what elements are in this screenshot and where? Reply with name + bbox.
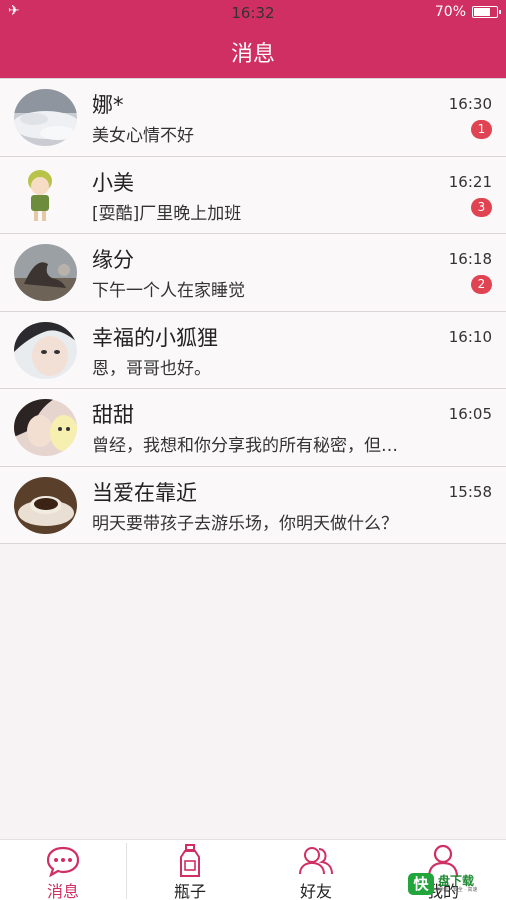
message-time: 16:30 — [448, 95, 492, 113]
conversation-row[interactable]: 小美 16:21 [耍酷]厂里晚上加班 3 — [0, 156, 506, 234]
avatar[interactable] — [14, 321, 77, 379]
message-preview: 曾经，我想和你分享我的所有秘密，但… — [92, 436, 398, 456]
message-time: 16:05 — [448, 405, 492, 423]
contact-name: 娜* — [92, 93, 124, 117]
tab-messages[interactable]: 消息 — [0, 840, 126, 900]
contact-name: 小美 — [92, 170, 134, 195]
watermark-tagline: 绿色 · 安全 · 高速 — [438, 887, 478, 893]
avatar[interactable] — [14, 476, 77, 534]
message-time: 16:10 — [448, 327, 492, 346]
friends-icon — [298, 844, 334, 878]
avatar[interactable] — [14, 244, 77, 301]
unread-badge: 3 — [471, 197, 492, 217]
watermark-logo: 快 盘下载 绿色 · 安全 · 高速 — [408, 871, 500, 895]
message-time: 16:21 — [448, 172, 492, 191]
tab-label: 瓶子 — [173, 882, 206, 900]
avatar[interactable] — [14, 399, 77, 456]
tab-bottle[interactable]: 瓶子 — [127, 840, 253, 900]
conversation-row[interactable]: 幸福的小狐狸 16:10 恩，哥哥也好。 — [0, 311, 506, 389]
message-preview: 下午一个人在家睡觉 — [92, 281, 245, 301]
tab-label: 好友 — [299, 882, 332, 900]
contact-name: 缘分 — [92, 248, 134, 272]
app-header: 消息 — [0, 24, 506, 78]
conversation-row[interactable]: 娜* 16:30 美女心情不好 1 — [0, 79, 506, 157]
tab-label: 消息 — [46, 882, 79, 900]
conversation-list: 娜* 16:30 美女心情不好 1 小美 16:21 [耍酷]厂里晚上加班 3 — [0, 78, 506, 544]
conversation-row[interactable]: 甜甜 16:05 曾经，我想和你分享我的所有秘密，但… — [0, 389, 506, 467]
status-bar: ✈ 16:32 70% — [0, 0, 506, 24]
chat-bubble-icon — [45, 844, 81, 878]
message-preview: 明天要带孩子去游乐场，你明天做什么？ — [92, 513, 398, 534]
status-time: 16:32 — [231, 4, 275, 22]
contact-name: 当爱在靠近 — [92, 480, 197, 505]
message-time: 16:18 — [448, 250, 492, 268]
page-title: 消息 — [230, 42, 275, 67]
contact-name: 幸福的小狐狸 — [92, 325, 218, 350]
unread-badge: 2 — [471, 275, 492, 294]
contact-name: 甜甜 — [92, 403, 134, 427]
message-preview: 恩，哥哥也好。 — [92, 358, 211, 379]
tab-friends[interactable]: 好友 — [253, 840, 379, 900]
bottle-icon — [172, 844, 208, 878]
message-preview: 美女心情不好 — [92, 126, 194, 146]
unread-badge: 1 — [471, 120, 492, 139]
conversation-row[interactable]: 当爱在靠近 15:58 明天要带孩子去游乐场，你明天做什么？ — [0, 466, 506, 544]
battery-icon — [472, 6, 501, 18]
watermark-mark: 快 — [408, 873, 434, 895]
conversation-row[interactable]: 缘分 16:18 下午一个人在家睡觉 2 — [0, 234, 506, 312]
avatar[interactable] — [14, 166, 77, 224]
avatar[interactable] — [14, 89, 77, 146]
message-preview: [耍酷]厂里晚上加班 — [92, 203, 242, 224]
message-time: 15:58 — [448, 482, 492, 501]
battery-percentage: 70% — [434, 4, 466, 20]
